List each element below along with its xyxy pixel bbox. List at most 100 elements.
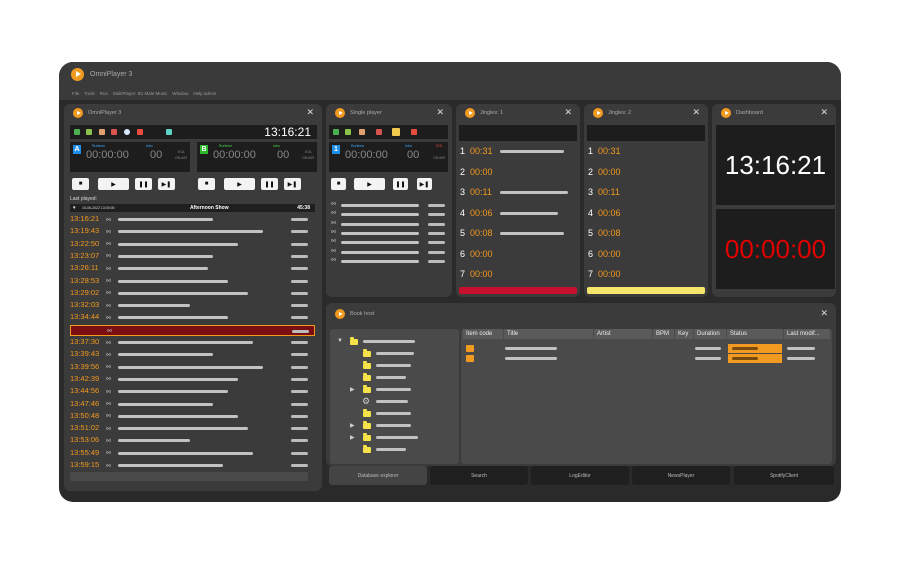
jingle-row[interactable]: 6 00:00 [584, 249, 708, 261]
tree-node[interactable] [330, 409, 459, 419]
chevron-down-icon[interactable]: ▾ [73, 205, 76, 211]
column-header[interactable]: BPM [653, 329, 674, 339]
jingle-row[interactable]: 3 00:11 [456, 187, 580, 199]
jingle-row[interactable]: 2 00:00 [584, 167, 708, 179]
green-arrow-icon[interactable] [333, 129, 339, 135]
tab-search[interactable]: Search [430, 466, 528, 485]
log-row[interactable]: 13:42:39 ⋈ [70, 374, 315, 384]
jingle-row[interactable]: 3 00:11 [584, 187, 708, 199]
chevron-down-icon[interactable]: ▼ [337, 338, 343, 344]
tree-node[interactable] [330, 373, 459, 383]
deck-b-next-button[interactable]: ▶❚ [284, 178, 301, 190]
table-row[interactable] [461, 354, 832, 363]
log-row[interactable]: 13:26:11 ⋈ [70, 263, 315, 273]
log-row[interactable]: 13:37:30 ⋈ [70, 337, 315, 347]
tree-node[interactable]: ▼ [330, 337, 459, 347]
log-row[interactable]: 13:16:21 ⋈ [70, 214, 315, 224]
log-row[interactable]: 13:53:06 ⋈ [70, 435, 315, 445]
pin-icon[interactable] [111, 129, 117, 135]
log-row[interactable]: 13:47:46 ⋈ [70, 399, 315, 409]
jingle-row[interactable]: 1 00:31 [584, 146, 708, 158]
tree-node[interactable]: ▶ [330, 385, 459, 395]
clock-icon[interactable] [124, 129, 130, 135]
single-stop-button[interactable]: ■ [331, 178, 346, 190]
deck-b-pause-button[interactable]: ❚❚ [261, 178, 278, 190]
log-row[interactable]: 13:28:53 ⋈ [70, 276, 315, 286]
log-row[interactable]: 13:39:43 ⋈ [70, 349, 315, 359]
single-play-button[interactable]: ▶ [354, 178, 385, 190]
single-pause-button[interactable]: ❚❚ [393, 178, 408, 190]
level-meter-icon[interactable] [411, 129, 417, 135]
close-icon[interactable]: ✕ [820, 309, 828, 318]
column-header[interactable]: Artist [594, 329, 652, 339]
close-icon[interactable]: ✕ [306, 108, 314, 117]
close-icon[interactable]: ✕ [564, 108, 572, 117]
log-row[interactable]: 13:51:02 ⋈ [70, 423, 315, 433]
column-header[interactable]: Title [504, 329, 593, 339]
table-row[interactable] [461, 344, 832, 353]
tab-spotifyclient[interactable]: SpotifyClient [734, 466, 834, 485]
menu-window[interactable]: Window [172, 91, 188, 96]
deck-a-next-button[interactable]: ▶❚ [158, 178, 175, 190]
jingle-row[interactable]: 7 00:00 [584, 269, 708, 281]
tab-logeditor[interactable]: LogEditor [531, 466, 629, 485]
log-row[interactable]: 13:19:43 ⋈ [70, 226, 315, 236]
tree-node[interactable]: ⚙ [330, 396, 459, 407]
green-down-icon[interactable] [86, 129, 92, 135]
lock-icon[interactable] [392, 128, 400, 136]
tab-newsplayer[interactable]: NewsPlayer [632, 466, 730, 485]
hand-icon[interactable] [99, 129, 105, 135]
level-meter-icon[interactable] [137, 129, 143, 135]
jingle-row[interactable]: 5 00:08 [456, 228, 580, 240]
single-next-button[interactable]: ▶❚ [417, 178, 432, 190]
menu-file[interactable]: File [72, 91, 79, 96]
green-arrow-icon[interactable] [74, 129, 80, 135]
close-icon[interactable]: ✕ [436, 108, 444, 117]
menu-run[interactable]: Run [100, 91, 108, 96]
tab-database-explorer[interactable]: Database explorer [329, 466, 427, 485]
log-row[interactable]: 13:22:50 ⋈ [70, 239, 315, 249]
pin-icon[interactable] [376, 129, 382, 135]
tree-node[interactable] [330, 349, 459, 359]
menu-help[interactable]: Help admin [193, 91, 216, 96]
log-row[interactable]: 13:44:56 ⋈ [70, 386, 315, 396]
queue-row[interactable]: ⋈ [331, 257, 449, 268]
green-down-icon[interactable] [345, 129, 351, 135]
jingle-row[interactable]: 4 00:06 [456, 208, 580, 220]
deck-a-play-button[interactable]: ▶ [98, 178, 129, 190]
chevron-right-icon[interactable]: ▶ [350, 422, 355, 429]
column-header[interactable]: Last modif... [784, 329, 830, 339]
column-header[interactable]: Status [727, 329, 783, 339]
close-icon[interactable]: ✕ [820, 108, 828, 117]
column-header[interactable]: Key [675, 329, 693, 339]
log-row[interactable]: 13:23:07 ⋈ [70, 251, 315, 261]
deck-a-stop-button[interactable]: ■ [72, 178, 89, 190]
show-header[interactable]: ▾ 15-06-2022 13:00:00 Afternoon Show 45:… [70, 204, 315, 212]
log-row[interactable]: 13:59:15 ⋈ [70, 460, 315, 470]
jingle-row[interactable]: 1 00:31 [456, 146, 580, 158]
log-row[interactable]: 13:29:02 ⋈ [70, 288, 315, 298]
chevron-right-icon[interactable]: ▶ [350, 386, 355, 393]
tree-node[interactable] [330, 361, 459, 371]
log-row[interactable]: 13:39:56 ⋈ [70, 362, 315, 372]
close-icon[interactable]: ✕ [692, 108, 700, 117]
deck-b-play-button[interactable]: ▶ [224, 178, 255, 190]
menu-multiplayer[interactable]: MultiPlayer: B1 Male Music [113, 91, 167, 96]
jingle-row[interactable]: 2 00:00 [456, 167, 580, 179]
tree-node[interactable]: ▶ [330, 433, 459, 443]
column-header[interactable]: Duration [694, 329, 726, 339]
deck-a-pause-button[interactable]: ❚❚ [135, 178, 152, 190]
tree-node[interactable] [330, 445, 459, 455]
log-row[interactable]: 13:32:03 ⋈ [70, 300, 315, 310]
menu-tools[interactable]: Tools [84, 91, 95, 96]
log-row[interactable]: 13:50:48 ⋈ [70, 411, 315, 421]
bin-icon[interactable] [166, 129, 172, 135]
log-row[interactable]: 13:55:49 ⋈ [70, 448, 315, 458]
chevron-right-icon[interactable]: ▶ [350, 434, 355, 441]
jingle-row[interactable]: 4 00:06 [584, 208, 708, 220]
log-row[interactable]: ⋈ [70, 324, 315, 336]
column-header[interactable]: Item code [463, 329, 503, 339]
deck-b-stop-button[interactable]: ■ [198, 178, 215, 190]
hand-icon[interactable] [359, 129, 365, 135]
tree-node[interactable]: ▶ [330, 421, 459, 431]
